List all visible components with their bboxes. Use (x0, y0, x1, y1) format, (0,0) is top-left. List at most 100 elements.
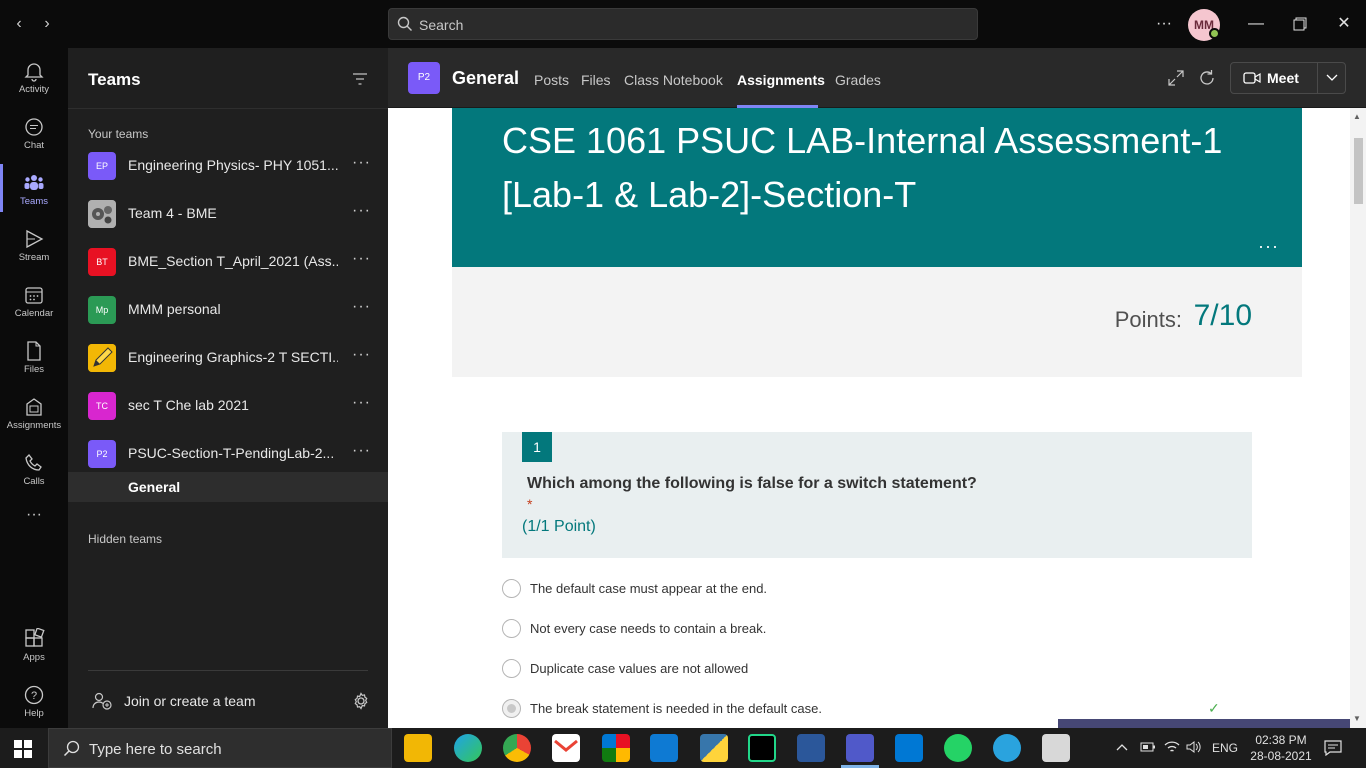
rail-item-activity[interactable]: Activity (0, 52, 68, 106)
more-apps-button[interactable]: ··· (0, 506, 68, 536)
team-row[interactable]: BT BME_Section T_April_2021 (Ass... ··· (68, 238, 388, 286)
pencil-icon (88, 344, 116, 372)
notification-center-icon[interactable] (1324, 740, 1342, 756)
channel-label: General (128, 479, 181, 495)
system-clock[interactable]: 02:38 PM 28-08-2021 (1250, 732, 1312, 764)
team-avatar: P2 (88, 440, 116, 468)
team-more-button[interactable]: ··· (352, 250, 371, 268)
apps-icon (25, 628, 45, 647)
team-more-button[interactable]: ··· (352, 442, 371, 460)
option-text: The break statement is needed in the def… (530, 701, 822, 716)
search-input[interactable]: Search (388, 8, 978, 40)
divider (1317, 63, 1318, 93)
volume-icon[interactable] (1186, 740, 1202, 754)
divider (68, 108, 388, 109)
filter-icon[interactable] (352, 72, 368, 86)
teams-app-icon[interactable] (846, 734, 874, 762)
wifi-icon[interactable] (1164, 740, 1180, 754)
question-points: (1/1 Point) (522, 518, 596, 535)
team-row[interactable]: EP Engineering Physics- PHY 1051... ··· (68, 142, 388, 190)
radio-button[interactable] (502, 619, 521, 638)
team-row[interactable]: P2 PSUC-Section-T-PendingLab-2... ··· (68, 430, 388, 478)
windows-start-icon[interactable] (14, 740, 32, 758)
team-more-button[interactable]: ··· (352, 202, 371, 220)
gear-icon[interactable] (352, 692, 370, 710)
radio-button-selected[interactable] (502, 699, 521, 718)
tab-grades[interactable]: Grades (835, 72, 881, 88)
team-row[interactable]: Engineering Graphics-2 T SECTI... ··· (68, 334, 388, 382)
telegram-icon[interactable] (993, 734, 1021, 762)
rail-item-assignments[interactable]: Assignments (0, 388, 68, 442)
hidden-teams-label[interactable]: Hidden teams (88, 532, 162, 546)
team-row[interactable]: Team 4 - BME ··· (68, 190, 388, 238)
back-arrow-icon[interactable]: ‹ (10, 14, 28, 34)
tab-posts[interactable]: Posts (534, 72, 569, 88)
radio-button[interactable] (502, 579, 521, 598)
radio-button[interactable] (502, 659, 521, 678)
tab-assignments[interactable]: Assignments (737, 72, 825, 88)
team-more-button[interactable]: ··· (352, 394, 371, 412)
chevron-up-icon[interactable] (1116, 742, 1128, 752)
tab-class-notebook[interactable]: Class Notebook (624, 72, 723, 88)
scrollbar[interactable]: ▲ ▼ (1350, 108, 1366, 728)
chevron-down-icon[interactable] (1326, 74, 1338, 82)
mail-envelope-icon (554, 739, 578, 752)
paint-app-icon[interactable] (1042, 734, 1070, 762)
option-text: Not every case needs to contain a break. (530, 621, 767, 636)
rail-item-label: Apps (23, 652, 45, 663)
meet-button[interactable]: Meet (1230, 62, 1346, 94)
office-app-icon[interactable] (602, 734, 630, 762)
python-icon[interactable] (700, 734, 728, 762)
taskbar-search[interactable]: Type here to search (48, 728, 392, 768)
maximize-button[interactable] (1288, 12, 1312, 36)
rail-item-chat[interactable]: Chat (0, 108, 68, 162)
scroll-down-icon[interactable]: ▼ (1353, 714, 1361, 723)
gmail-icon[interactable] (552, 734, 580, 762)
edge-browser-icon[interactable] (454, 734, 482, 762)
rail-item-calendar[interactable]: Calendar (0, 276, 68, 330)
team-more-button[interactable]: ··· (352, 154, 371, 172)
close-button[interactable]: ✕ (1332, 12, 1356, 36)
refresh-icon[interactable] (1198, 69, 1216, 87)
chrome-browser-icon[interactable] (503, 734, 531, 762)
whatsapp-icon[interactable] (944, 734, 972, 762)
search-placeholder: Search (419, 17, 464, 33)
team-row[interactable]: Mp MMM personal ··· (68, 286, 388, 334)
panel-title: Teams (88, 70, 141, 89)
team-row[interactable]: TC sec T Che lab 2021 ··· (68, 382, 388, 430)
rail-item-teams[interactable]: Teams (0, 164, 68, 218)
team-more-button[interactable]: ··· (352, 346, 371, 364)
rail-item-apps[interactable]: Apps (0, 620, 68, 674)
join-or-create-team-button[interactable]: Join or create a team (92, 692, 256, 713)
rail-item-help[interactable]: ? Help (0, 676, 68, 730)
vscode-icon[interactable] (650, 734, 678, 762)
language-indicator[interactable]: ENG (1212, 741, 1238, 755)
rail-item-files[interactable]: Files (0, 332, 68, 386)
channel-title: General (452, 68, 520, 88)
scroll-thumb[interactable] (1354, 138, 1363, 204)
minimize-button[interactable]: — (1244, 12, 1268, 36)
rail-item-calls[interactable]: Calls (0, 444, 68, 498)
question-text: Which among the following is false for a… (527, 475, 977, 492)
search-icon (63, 740, 80, 757)
scroll-up-icon[interactable]: ▲ (1353, 112, 1361, 121)
correct-check-icon: ✓ (1208, 700, 1220, 716)
points-label: Points: (1114, 307, 1182, 332)
file-explorer-icon[interactable] (404, 734, 432, 762)
battery-icon[interactable] (1140, 741, 1156, 753)
more-options-button[interactable]: ··· (1152, 12, 1176, 36)
pycharm-icon[interactable] (748, 734, 776, 762)
rail-item-label: Help (24, 708, 44, 719)
bell-icon (24, 63, 44, 82)
rail-item-stream[interactable]: Stream (0, 220, 68, 274)
tab-files[interactable]: Files (581, 72, 611, 88)
forward-arrow-icon[interactable]: › (38, 14, 56, 34)
outlook-icon[interactable] (895, 734, 923, 762)
form-more-button[interactable]: ··· (1258, 236, 1279, 257)
channel-item-general[interactable]: General (68, 472, 388, 502)
word-icon[interactable] (797, 734, 825, 762)
option-text: Duplicate case values are not allowed (530, 661, 749, 676)
calendar-icon (25, 287, 43, 304)
team-more-button[interactable]: ··· (352, 298, 371, 316)
expand-icon[interactable] (1168, 70, 1184, 86)
